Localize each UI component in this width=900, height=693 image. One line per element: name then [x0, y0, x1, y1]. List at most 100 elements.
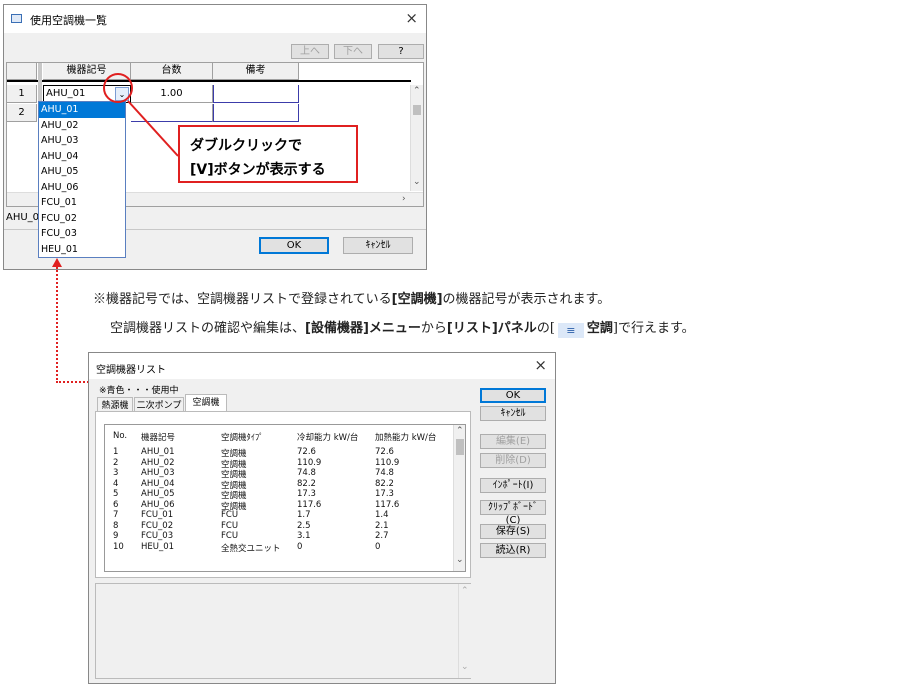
code-dropdown-list[interactable]: AHU_01 AHU_02 AHU_03 AHU_04 AHU_05 AHU_06 FCU_… [38, 101, 126, 258]
tab-air-conditioner[interactable]: 空調機 [185, 394, 227, 412]
table-scroll-down-icon[interactable]: ⌄ [456, 555, 464, 565]
table-row[interactable]: 10 HEU_01 全熱交ユニット 0 0 [105, 541, 451, 554]
table-cell: 74.8 [375, 468, 394, 478]
note-line-1: ※機器記号では、空調機器リストで登録されている[空調機]の機器記号が表示されます… [93, 288, 610, 307]
table-cell: 117.6 [375, 499, 400, 510]
table-row[interactable]: 5 AHU_05 空調機 17.3 17.3 [105, 489, 451, 501]
note-text: から [420, 321, 447, 336]
list-dialog-title: 空調機器リスト [96, 365, 166, 376]
dialog-title: 使用空調機一覧 [30, 14, 107, 27]
scroll-up-icon[interactable]: ⌃ [413, 86, 421, 96]
edit-button[interactable]: 編集(E) [480, 434, 546, 449]
table-cell: AHU_05 [141, 489, 175, 499]
note-line-2: 空調機器リストの確認や編集は、[設備機器]メニューから[リスト]パネルの[≡ 空調… [110, 317, 695, 338]
ok-button[interactable]: OK [259, 237, 329, 254]
table-cell: HEU_01 [141, 541, 175, 552]
table-cell: 4 [113, 478, 119, 489]
table-header-cell[interactable]: 加熱能力 kW/台 [375, 431, 436, 443]
corner-header [7, 63, 37, 80]
table-cell: AHU_04 [141, 478, 175, 489]
memo-area[interactable]: ⌃ ⌄ [95, 583, 471, 679]
table-cell: 10 [113, 541, 124, 552]
tab-heat-source[interactable]: 熱源機 [97, 397, 133, 411]
row-header-1[interactable]: 1 [7, 85, 37, 103]
move-up-button[interactable]: 上へ [291, 44, 329, 59]
code-combobox-value: AHU_01 [46, 88, 86, 99]
table-cell: 74.8 [297, 468, 316, 478]
cancel-button[interactable]: ｷｬﾝｾﾙ [343, 237, 413, 254]
note-text: の[ [536, 321, 555, 336]
close-button[interactable]: × [405, 9, 418, 27]
table-header-cell[interactable]: 空調機ﾀｲﾌﾟ [221, 431, 264, 443]
import-button[interactable]: ｲﾝﾎﾟｰﾄ(I) [480, 478, 546, 493]
table-cell: 全熱交ユニット [221, 543, 281, 554]
table-cell: FCU [221, 510, 239, 520]
dropdown-item[interactable]: AHU_05 [39, 164, 125, 180]
dropdown-item[interactable]: AHU_04 [39, 149, 125, 165]
memo-scroll-up-icon[interactable]: ⌃ [461, 586, 469, 596]
delete-button[interactable]: 削除(D) [480, 453, 546, 468]
list-close-button[interactable]: × [534, 356, 547, 374]
dropdown-item[interactable]: AHU_06 [39, 180, 125, 196]
dropdown-item[interactable]: FCU_03 [39, 226, 125, 242]
note-cell[interactable] [213, 85, 299, 103]
note-cell-row2[interactable] [213, 104, 299, 122]
dropdown-item[interactable]: FCU_02 [39, 211, 125, 227]
scroll-right-icon[interactable]: › [402, 194, 406, 204]
table-scroll-thumb[interactable] [456, 439, 464, 455]
memo-scroll-down-icon[interactable]: ⌄ [461, 662, 469, 672]
table-header-cell[interactable]: No. [113, 431, 127, 441]
dropdown-item[interactable]: AHU_02 [39, 118, 125, 134]
table-cell: 82.2 [375, 478, 394, 489]
load-button[interactable]: 読込(R) [480, 543, 546, 558]
table-header-cell[interactable]: 機器記号 [141, 431, 175, 443]
help-button[interactable]: ? [378, 44, 424, 59]
table-row[interactable]: 3 AHU_03 空調機 74.8 74.8 [105, 468, 451, 480]
table-row[interactable]: 1 AHU_01 空調機 72.6 72.6 [105, 447, 451, 459]
memo-scrollbar[interactable]: ⌃ ⌄ [458, 584, 471, 678]
clipboard-button[interactable]: ｸﾘｯﾌﾟﾎﾞｰﾄﾞ(C) [480, 500, 546, 526]
scroll-thumb[interactable] [413, 105, 421, 115]
table-cell: 17.3 [297, 489, 316, 499]
note-emph: [空調機] [391, 292, 443, 307]
dropdown-item[interactable]: HEU_01 [39, 242, 125, 258]
note-text: ※機器記号では、空調機器リストで登録されている [93, 292, 392, 307]
row-header-2[interactable]: 2 [7, 104, 37, 122]
column-header-count[interactable]: 台数 [131, 63, 213, 80]
table-cell: 2.5 [297, 520, 311, 531]
save-button[interactable]: 保存(S) [480, 524, 546, 539]
note-text: 空調機器リストの確認や編集は、 [110, 321, 306, 336]
table-cell: 72.6 [297, 447, 316, 457]
equipment-list-dialog: 空調機器リスト × ※青色・・・使用中 熱源機 二次ポンプ 空調機 No. 機器記… [88, 352, 556, 684]
dropdown-item[interactable]: FCU_01 [39, 195, 125, 211]
grid-vertical-scrollbar[interactable]: ⌃ ⌄ [410, 85, 423, 191]
table-row[interactable]: 8 FCU_02 FCU 2.5 2.1 [105, 521, 451, 532]
tab-secondary-pump[interactable]: 二次ポンプ [134, 397, 184, 411]
list-ok-button[interactable]: OK [480, 388, 546, 403]
table-row[interactable]: 6 AHU_06 空調機 117.6 117.6 [105, 499, 451, 512]
move-down-button[interactable]: 下へ [334, 44, 372, 59]
table-cell: 17.3 [375, 489, 394, 499]
table-row[interactable]: 2 AHU_02 空調機 110.9 110.9 [105, 457, 451, 470]
dropdown-item[interactable]: AHU_03 [39, 133, 125, 149]
table-cell: 0 [375, 541, 381, 552]
table-cell: 2.1 [375, 520, 389, 531]
table-row[interactable]: 4 AHU_04 空調機 82.2 82.2 [105, 478, 451, 491]
table-row[interactable]: 7 FCU_01 FCU 1.7 1.4 [105, 510, 451, 521]
dropdown-item[interactable]: AHU_01 [39, 102, 125, 118]
dotted-connector-vertical [56, 267, 58, 383]
table-vertical-scrollbar[interactable]: ⌃ ⌄ [453, 425, 465, 571]
tab-panel: No. 機器記号 空調機ﾀｲﾌﾟ 冷却能力 kW/台 加熱能力 kW/台 1 AHU_01… [95, 411, 471, 578]
list-cancel-button[interactable]: ｷｬﾝｾﾙ [480, 406, 546, 421]
table-cell: 1.7 [297, 510, 311, 520]
table-scroll-up-icon[interactable]: ⌃ [456, 426, 464, 436]
scroll-down-icon[interactable]: ⌄ [413, 177, 421, 187]
table-cell: AHU_02 [141, 457, 175, 468]
table-cell: AHU_06 [141, 499, 175, 510]
table-header-cell[interactable]: 冷却能力 kW/台 [297, 431, 358, 443]
column-header-note[interactable]: 備考 [213, 63, 299, 80]
table-row[interactable]: 9 FCU_03 FCU 3.1 2.7 [105, 531, 451, 542]
callout-connector [127, 100, 179, 157]
table-cell: 6 [113, 499, 119, 510]
table-cell: 117.6 [297, 499, 322, 510]
